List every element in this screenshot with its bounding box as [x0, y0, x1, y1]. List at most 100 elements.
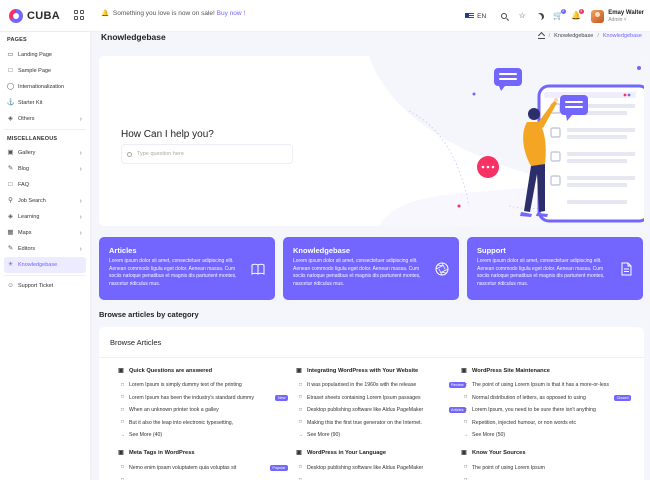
article-link[interactable]: □ When an unknown printer took a galley: [118, 404, 288, 417]
chat-bubble-icon: [560, 95, 588, 121]
chevron-right-icon: ›: [79, 245, 82, 253]
article-link[interactable]: □ Lorem Ipsum, you need to be sure there …: [461, 404, 631, 417]
article-link[interactable]: □ It was popularised in the 1960s with th…: [296, 379, 466, 392]
sidebar-toggle-icon[interactable]: [74, 10, 84, 20]
bell-icon: 🔔: [101, 10, 110, 17]
knowledgebase-card[interactable]: Knowledgebase Lorem ipsum dolor sit amet…: [283, 237, 459, 300]
article-group-title: ▣ WordPress Site Maintenance: [461, 367, 550, 374]
message-icon: □: [8, 180, 13, 188]
moon-icon[interactable]: [536, 12, 545, 21]
sidebar-item-label: Job Search: [18, 198, 46, 204]
user-profile[interactable]: Emay Walter Admin ˅: [591, 9, 644, 23]
support-card[interactable]: Support Lorem ipsum dolor sit amet, cons…: [467, 237, 643, 300]
header-actions: EN ☆ 🛒 2 🔔 4 Emay Walter Admin ˅: [465, 0, 644, 32]
sidebar-item-internationalization[interactable]: ◯ Internationalization: [4, 79, 86, 95]
articles-card[interactable]: Articles Lorem ipsum dolor sit amet, con…: [99, 237, 275, 300]
article-link[interactable]: □ Etraset sheets containing Lorem Ipsum p…: [296, 392, 466, 405]
sidebar-item-learning[interactable]: ◈ Learning ›: [4, 209, 86, 225]
buy-now-link[interactable]: Buy now !: [217, 10, 246, 17]
sidebar-item-others[interactable]: ◈ Others ›: [4, 111, 86, 127]
sidebar-item-label: Learning: [18, 214, 40, 220]
see-more-link[interactable]: → See More (90): [296, 429, 466, 442]
support-illustration: [369, 56, 644, 226]
sidebar-item-label: Support Ticket: [18, 283, 54, 289]
logo-text: CUBA: [27, 10, 60, 22]
sidebar-item-label: Others: [18, 116, 35, 122]
category-heading: Browse articles by category: [99, 310, 199, 319]
article-link[interactable]: □: [296, 474, 466, 480]
question-search-input[interactable]: [137, 151, 287, 157]
layers-icon: ◈: [8, 212, 13, 220]
star-icon[interactable]: ☆: [518, 12, 527, 21]
browse-articles-card: Browse Articles ▣ Quick Questions are an…: [99, 327, 644, 480]
file-icon: □: [120, 394, 125, 401]
search-icon[interactable]: [500, 12, 509, 21]
article-link[interactable]: □ Desktop publishing software like Aldus …: [296, 404, 466, 417]
file-icon: □: [298, 394, 303, 401]
article-link[interactable]: □ The point of using Lorem Ipsum is that …: [461, 379, 631, 392]
browse-title: Browse Articles: [110, 338, 162, 347]
home-icon[interactable]: [537, 33, 545, 39]
sidebar-item-job-search[interactable]: ⚲ Job Search ›: [4, 193, 86, 209]
article-group-title: ▣ Integrating WordPress with Your Websit…: [296, 367, 419, 374]
article-link[interactable]: □ Nemo enim ipsam voluptatem quia volupta…: [118, 462, 288, 475]
sidebar-item-maps[interactable]: ▦ Maps ›: [4, 225, 86, 241]
article-link[interactable]: □ Repetition, injected humour, or non wor…: [461, 417, 631, 430]
chevron-right-icon: ›: [79, 115, 82, 123]
article-group: ▣ Know Your Sources □ The point of using …: [461, 448, 631, 480]
sidebar-item-blog[interactable]: ✎ Blog ›: [4, 161, 86, 177]
card-title: Articles: [109, 246, 137, 255]
article-link[interactable]: □ The point of using Lorem Ipsum: [461, 462, 631, 475]
file-text-icon: [621, 262, 632, 276]
logo-mark-icon: [9, 9, 23, 23]
sidebar-item-starter-kit[interactable]: ⚓ Starter Kit: [4, 95, 86, 111]
edit-icon: ✎: [7, 244, 14, 252]
monitor-icon: ▭: [7, 50, 14, 58]
user-name: Emay Walter: [608, 9, 644, 16]
sidebar-item-knowledgebase[interactable]: ☀ Knowledgebase: [4, 257, 86, 273]
sidebar-item-gallery[interactable]: ▣ Gallery ›: [4, 145, 86, 161]
cart-icon[interactable]: 🛒 2: [553, 8, 566, 21]
notification-icon[interactable]: 🔔 4: [571, 8, 584, 21]
archive-icon: ▣: [296, 367, 302, 374]
arrow-right-icon: →: [463, 431, 468, 438]
archive-icon: ▣: [461, 450, 467, 456]
notification-badge: 4: [578, 8, 584, 14]
article-link[interactable]: □ Normal distribution of letters, as oppo…: [461, 392, 631, 405]
card-text: Lorem ipsum dolor sit amet, consectetuer…: [109, 258, 237, 287]
file-icon: □: [120, 381, 125, 388]
article-column: ▣ Integrating WordPress with Your Websit…: [296, 365, 466, 480]
sidebar-item-faq[interactable]: □ FAQ: [4, 177, 86, 193]
sidebar-divider: [4, 275, 86, 276]
language-selector[interactable]: EN: [465, 13, 486, 20]
article-link[interactable]: □: [118, 474, 288, 480]
article-link[interactable]: □ But it also the leap into electronic ty…: [118, 417, 288, 430]
article-column: ▣ WordPress Site Maintenance □ The point …: [461, 365, 631, 480]
article-link[interactable]: □ Desktop publishing software like Aldus …: [296, 462, 466, 475]
status-badge: New: [275, 394, 288, 401]
sidebar-item-landing-page[interactable]: ▭ Landing Page: [4, 47, 86, 63]
file-icon: □: [463, 394, 468, 401]
sidebar-item-support-ticket[interactable]: ☺ Support Ticket: [4, 278, 86, 294]
breadcrumb-link[interactable]: Knowledgebase: [554, 33, 593, 39]
card-title: Knowledgebase: [293, 246, 351, 255]
see-more-link[interactable]: → See More (40): [118, 429, 288, 442]
file-icon: □: [463, 406, 468, 413]
article-link[interactable]: □: [461, 474, 631, 480]
sidebar-item-label: Maps: [18, 230, 32, 236]
sidebar-item-editors[interactable]: ✎ Editors ›: [4, 241, 86, 257]
see-more-link[interactable]: → See More (50): [461, 429, 631, 442]
file-icon: □: [120, 464, 125, 471]
sidebar-item-label: Landing Page: [18, 52, 52, 58]
sidebar-item-sample-page[interactable]: □ Sample Page: [4, 63, 86, 79]
users-icon: ☺: [7, 281, 14, 289]
sidebar-item-label: FAQ: [18, 182, 30, 188]
avatar: [591, 9, 605, 23]
sidebar-item-label: Knowledgebase: [18, 262, 58, 268]
article-link[interactable]: □ Making this the first true generator on…: [296, 417, 466, 430]
article-link[interactable]: □ Lorem Ipsum is simply dummy text of the…: [118, 379, 288, 392]
article-link[interactable]: □ Lorem Ipsum has been the industry's sta…: [118, 392, 288, 405]
archive-icon: ▣: [118, 450, 124, 456]
breadcrumb: / Knowledgebase / Knowledgebase: [537, 33, 642, 39]
file-icon: □: [298, 406, 303, 413]
